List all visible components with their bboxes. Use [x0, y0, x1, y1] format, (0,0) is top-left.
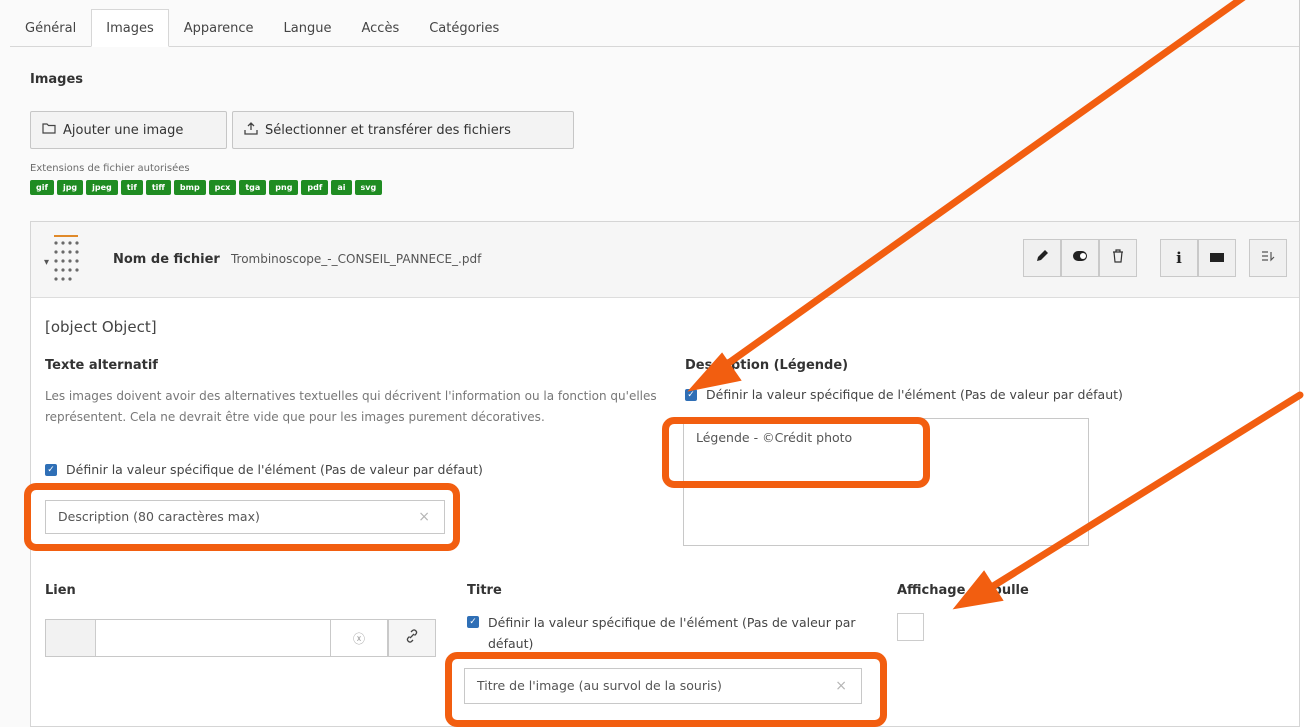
annotation-arrows	[687, 0, 1304, 610]
editor-panel: Général Images Apparence Langue Accès Ca…	[0, 0, 1304, 727]
annotation-arrowhead	[952, 570, 1004, 610]
annotation-arrow	[986, 391, 1304, 592]
annotation-arrow	[712, 0, 1246, 376]
